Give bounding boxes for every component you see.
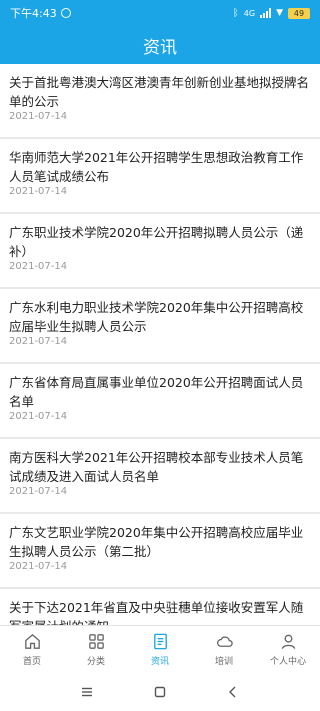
tab-label: 资讯 bbox=[150, 657, 169, 667]
news-list[interactable]: 关于首批粤港澳大湾区港澳青年创新创业基地拟授牌名单的公示 2021-07-14 … bbox=[0, 64, 320, 625]
user-icon bbox=[281, 634, 295, 649]
news-date: 2021-07-14 bbox=[9, 336, 68, 347]
news-title: 关于下达2021年省直及中央驻穗单位接收安置军人随军家属计划的通知 bbox=[9, 600, 304, 625]
bottom-tab-bar: 首页 分类 资讯 培训 个人中心 bbox=[0, 625, 320, 673]
system-navigation-bar bbox=[0, 673, 320, 711]
bluetooth-icon: ᛒ bbox=[232, 7, 239, 19]
menu-icon[interactable] bbox=[80, 685, 94, 699]
news-date: 2021-07-14 bbox=[9, 111, 68, 122]
news-item[interactable]: 关于首批粤港澳大湾区港澳青年创新创业基地拟授牌名单的公示 2021-07-14 bbox=[0, 64, 320, 139]
battery-level: 49 bbox=[293, 8, 305, 18]
news-item[interactable]: 华南师范大学2021年公开招聘学生思想政治教育工作人员笔试成绩公布 2021-0… bbox=[0, 139, 320, 214]
news-item[interactable]: 广东水利电力职业技术学院2020年集中公开招聘高校应届毕业生拟聘人员公示 202… bbox=[0, 289, 320, 364]
news-item[interactable]: 广东职业技术学院2020年公开招聘拟聘人员公示（递补） 2021-07-14 bbox=[0, 214, 320, 289]
cloud-icon bbox=[216, 636, 233, 647]
news-title: 广东职业技术学院2020年公开招聘拟聘人员公示（递补） bbox=[9, 225, 304, 259]
page-title: 资讯 bbox=[143, 37, 177, 58]
tab-home[interactable]: 首页 bbox=[0, 626, 64, 673]
news-item[interactable]: 广东省体育局直属事业单位2020年公开招聘面试人员名单 2021-07-14 bbox=[0, 364, 320, 439]
tab-label: 首页 bbox=[22, 657, 41, 667]
tab-training[interactable]: 培训 bbox=[192, 626, 256, 673]
status-bar: 下午4:43 ᛒ 4G ▼ 49 bbox=[0, 0, 320, 26]
news-title: 南方医科大学2021年公开招聘校本部专业技术人员笔试成绩及进入面试人员名单 bbox=[9, 450, 304, 484]
battery-icon: 49 bbox=[288, 7, 310, 19]
tab-profile[interactable]: 个人中心 bbox=[256, 626, 320, 673]
news-title: 广东省体育局直属事业单位2020年公开招聘面试人员名单 bbox=[9, 375, 304, 409]
tab-label: 培训 bbox=[214, 657, 233, 667]
tab-label: 分类 bbox=[86, 657, 105, 667]
news-title: 关于首批粤港澳大湾区港澳青年创新创业基地拟授牌名单的公示 bbox=[9, 75, 310, 109]
news-title: 广东水利电力职业技术学院2020年集中公开招聘高校应届毕业生拟聘人员公示 bbox=[9, 300, 304, 334]
news-item[interactable]: 广东文艺职业学院2020年集中公开招聘高校应届毕业生拟聘人员公示（第二批） 20… bbox=[0, 514, 320, 589]
home-icon bbox=[24, 633, 40, 649]
wifi-icon: ▼ bbox=[276, 8, 283, 18]
news-date: 2021-07-14 bbox=[9, 486, 68, 497]
news-date: 2021-07-14 bbox=[9, 561, 68, 572]
signal-icon bbox=[260, 8, 272, 18]
tab-news[interactable]: 资讯 bbox=[128, 626, 192, 673]
news-title: 广东文艺职业学院2020年集中公开招聘高校应届毕业生拟聘人员公示（第二批） bbox=[9, 525, 304, 559]
page-title-bar: 资讯 bbox=[0, 26, 320, 64]
news-item[interactable]: 关于下达2021年省直及中央驻穗单位接收安置军人随军家属计划的通知 bbox=[0, 589, 320, 625]
home-square-icon[interactable] bbox=[153, 685, 167, 699]
news-date: 2021-07-14 bbox=[9, 186, 68, 197]
news-title: 华南师范大学2021年公开招聘学生思想政治教育工作人员笔试成绩公布 bbox=[9, 150, 304, 184]
back-icon[interactable] bbox=[226, 685, 240, 699]
tab-category[interactable]: 分类 bbox=[64, 626, 128, 673]
status-time: 下午4:43 bbox=[10, 7, 57, 20]
grid-icon bbox=[88, 634, 104, 649]
alarm-icon bbox=[60, 8, 71, 18]
news-date: 2021-07-14 bbox=[9, 411, 68, 422]
news-item[interactable]: 南方医科大学2021年公开招聘校本部专业技术人员笔试成绩及进入面试人员名单 20… bbox=[0, 439, 320, 514]
news-date: 2021-07-14 bbox=[9, 261, 68, 272]
network-label: 4G bbox=[243, 8, 256, 18]
news-icon bbox=[153, 633, 167, 650]
tab-label: 个人中心 bbox=[269, 657, 306, 667]
